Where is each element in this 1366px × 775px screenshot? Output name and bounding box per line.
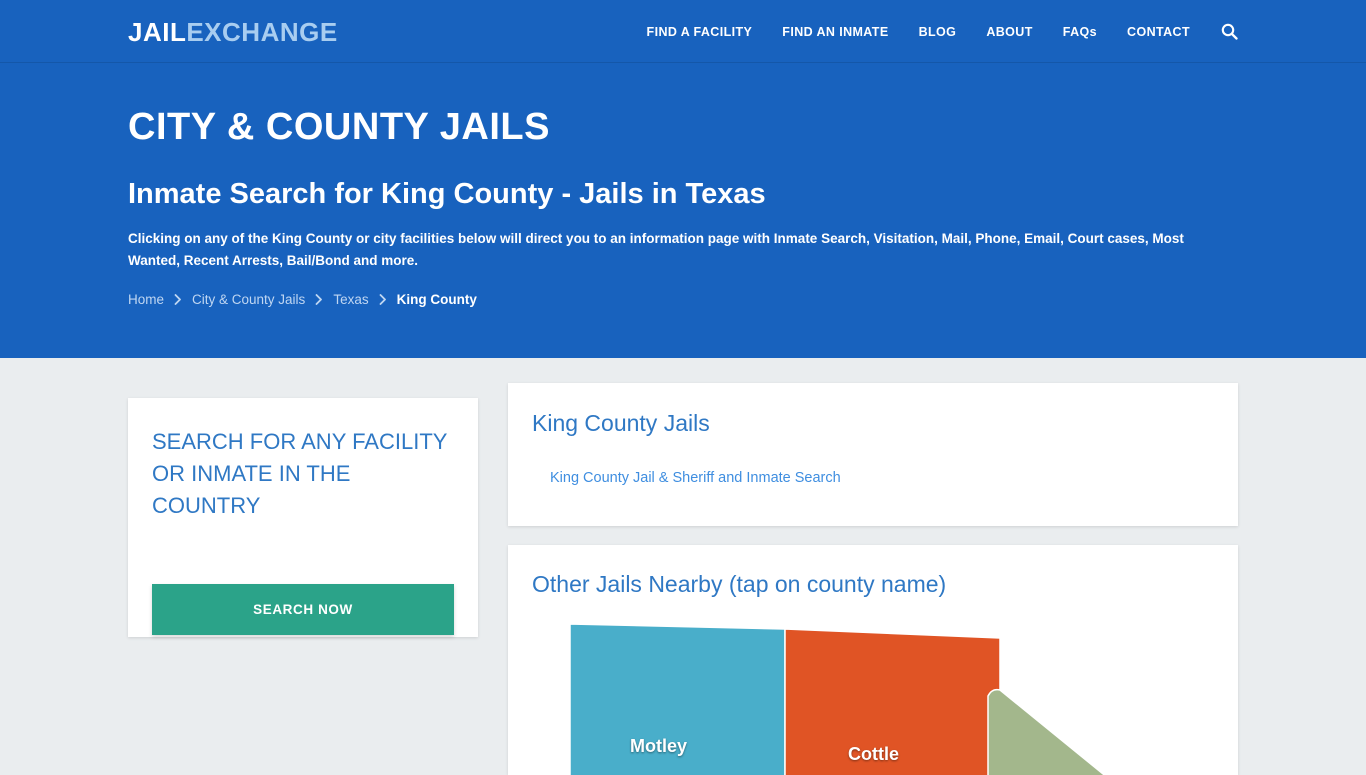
nearby-jails-card: Other Jails Nearby (tap on county name) …: [508, 545, 1238, 775]
search-now-button[interactable]: SEARCH NOW: [152, 584, 454, 635]
search-card-title: Search for any facility or inmate in the…: [152, 429, 448, 518]
county-jails-card: King County Jails King County Jail & She…: [508, 383, 1238, 526]
jail-facility-link[interactable]: King County Jail & Sheriff and Inmate Se…: [550, 470, 841, 486]
site-logo[interactable]: JAILEXCHANGE: [128, 19, 338, 45]
logo-primary-text: JAIL: [128, 17, 187, 47]
top-navbar: JAILEXCHANGE FIND A FACILITY FIND AN INM…: [0, 0, 1366, 63]
chevron-right-icon: [315, 294, 323, 305]
breadcrumb-item-king-county: King County: [396, 292, 477, 307]
chevron-right-icon: [174, 294, 182, 305]
nav-item-find-an-inmate[interactable]: FIND AN INMATE: [767, 25, 903, 39]
nearby-jails-title: Other Jails Nearby (tap on county name): [532, 571, 947, 597]
breadcrumb: Home City & County Jails Texas King Coun…: [128, 292, 477, 307]
breadcrumb-item-city-county-jails[interactable]: City & County Jails: [192, 292, 305, 307]
map-label-motley[interactable]: Motley: [630, 736, 687, 757]
search-facility-card: Search for any facility or inmate in the…: [128, 398, 478, 637]
page-description: Clicking on any of the King County or ci…: [128, 231, 1184, 268]
page-subtitle: Inmate Search for King County - Jails in…: [128, 178, 766, 210]
logo-secondary-text: EXCHANGE: [186, 17, 338, 47]
nav-item-faqs[interactable]: FAQs: [1048, 25, 1112, 39]
main-nav: FIND A FACILITY FIND AN INMATE BLOG ABOU…: [632, 0, 1238, 63]
search-button[interactable]: [1205, 23, 1238, 40]
map-label-cottle[interactable]: Cottle: [848, 744, 899, 765]
nav-item-blog[interactable]: BLOG: [904, 25, 972, 39]
nav-item-contact[interactable]: CONTACT: [1112, 25, 1205, 39]
search-icon: [1221, 23, 1238, 40]
page-title: CITY & COUNTY JAILS: [128, 106, 550, 148]
main-content: Search for any facility or inmate in the…: [0, 358, 1366, 775]
map-region-green[interactable]: [987, 688, 1108, 775]
breadcrumb-item-home[interactable]: Home: [128, 292, 164, 307]
county-jails-title: King County Jails: [532, 410, 710, 436]
breadcrumb-item-texas[interactable]: Texas: [333, 292, 368, 307]
nav-item-find-a-facility[interactable]: FIND A FACILITY: [632, 25, 768, 39]
county-map[interactable]: Motley Cottle: [508, 618, 1238, 775]
chevron-right-icon: [379, 294, 387, 305]
nav-item-about[interactable]: ABOUT: [971, 25, 1047, 39]
hero-section: CITY & COUNTY JAILS Inmate Search for Ki…: [0, 63, 1366, 358]
